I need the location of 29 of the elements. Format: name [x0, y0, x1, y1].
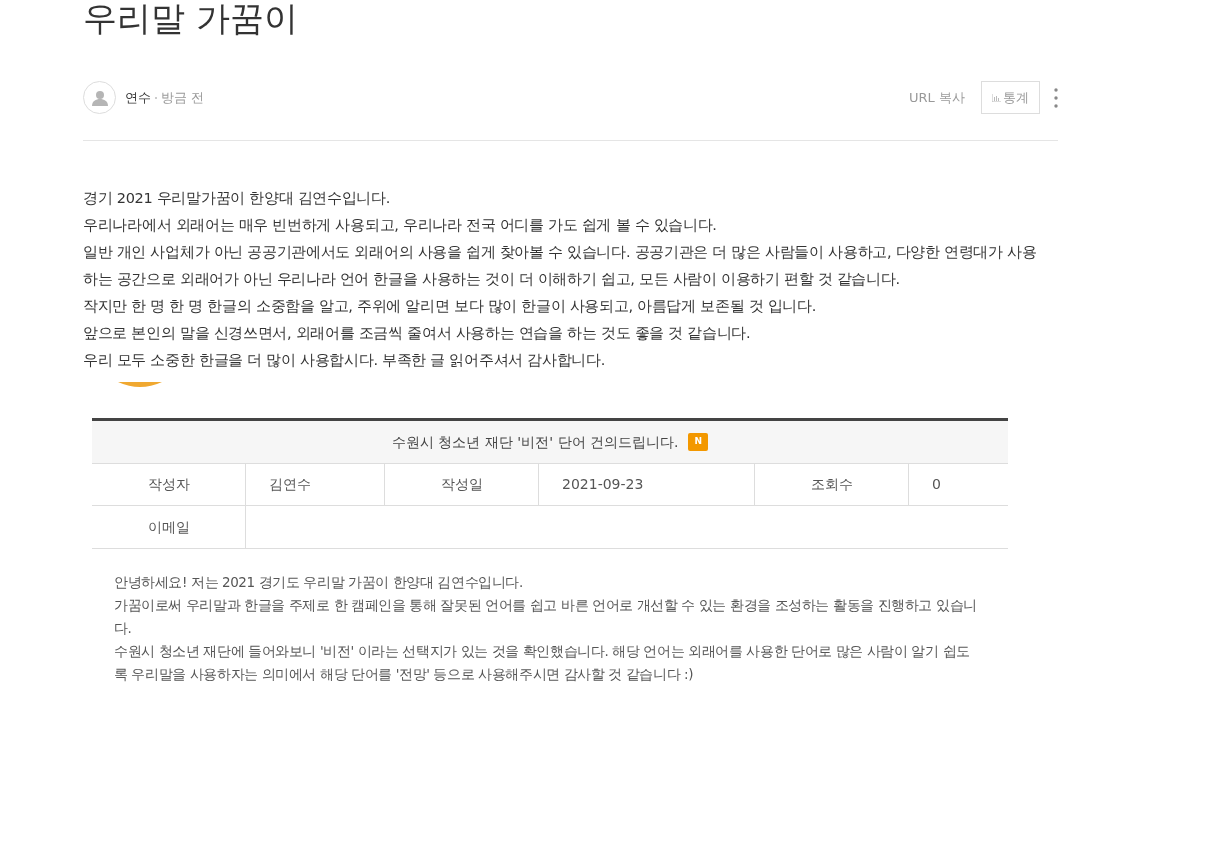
body-text-line: 우리 모두 소중한 한글을 더 많이 사용합시다. 부족한 글 읽어주셔서 감사합니다.: [83, 351, 607, 370]
body-text-line: 일반 개인 사업체가 아닌 공공기관에서도 외래어의 사용을 쉽게 찾아볼 수 있습니다. 공공기관은 더 많은 사람들이 사용하고, 다양한 연령대가 사용: [83, 243, 1038, 262]
author-name[interactable]: 연수: [125, 87, 151, 108]
table-cell: 2021-09-23: [539, 464, 755, 505]
embedded-post-title: 수원시 청소년 재단 '비전' 단어 건의드립니다.: [392, 432, 679, 452]
embedded-text-line: 수원시 청소년 재단에 들어와보니 '비전' 이라는 선택지가 있는 것을 확인했습니다. 해당 언어는 외래어를 사용한 단어로 많은 사람이 알기 쉽도: [114, 642, 971, 661]
stats-button[interactable]: 통계: [981, 81, 1040, 114]
post-time: 방금 전: [161, 88, 205, 107]
embedded-text-line: 록 우리말을 사용하자는 의미에서 해당 단어를 '전망' 등으로 사용해주시면 감사할 것 같습니다 :): [114, 665, 695, 684]
table-header-cell: 이메일: [92, 506, 246, 548]
body-text-line: 우리나라에서 외래어는 매우 빈번하게 사용되고, 우리나라 전국 어디를 가도 쉽게 볼 수 있습니다.: [83, 216, 718, 235]
new-badge: N: [688, 433, 708, 451]
table-header-cell: 작성자: [92, 464, 246, 505]
more-icon[interactable]: [1054, 87, 1058, 108]
arc-icon: [118, 382, 162, 388]
table-header-cell: 작성일: [385, 464, 539, 505]
embedded-text-line: 안녕하세요! 저는 2021 경기도 우리말 가꿈이 한양대 김연수입니다.: [114, 573, 524, 592]
body-text-line: 작지만 한 명 한 명 한글의 소중함을 알고, 주위에 알리면 보다 많이 한글이 사용되고, 아름답게 보존될 것 입니다.: [83, 297, 817, 316]
body-text-line: 앞으로 본인의 말을 신경쓰면서, 외래어를 조금씩 줄여서 사용하는 연습을 하는 것도 좋을 것 같습니다.: [83, 324, 752, 343]
table-cell: 김연수: [246, 464, 385, 505]
table-cell-text: 0: [931, 475, 942, 494]
embedded-text-line: 다.: [114, 619, 133, 638]
table-header-cell: 조회수: [755, 464, 909, 505]
copy-url-link[interactable]: URL 복사: [909, 87, 965, 108]
bar-chart-icon: [992, 93, 1001, 102]
body-text-line: 경기 2021 우리말가꿈이 한양대 김연수입니다.: [83, 189, 392, 208]
body-text-line: 하는 공간으로 외래어가 아닌 우리나라 언어 한글을 사용하는 것이 더 이해하기 쉽고, 모든 사람이 이용하기 편할 것 같습니다.: [83, 270, 901, 289]
post-title: 우리말 가꿈이: [83, 0, 299, 38]
embedded-text-line: 가꿈이로써 우리말과 한글을 주제로 한 캠페인을 통해 잘못된 언어를 쉽고 바른 언어로 개선할 수 있는 환경을 조성하는 활동을 진행하고 있습니: [114, 596, 978, 615]
